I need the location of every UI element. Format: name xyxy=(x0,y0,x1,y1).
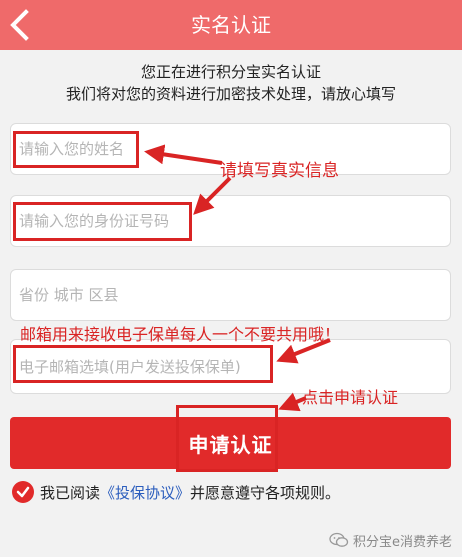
watermark: 积分宝e消费养老 xyxy=(329,530,452,550)
agreement-suffix: 并愿意遵守各项规则。 xyxy=(190,483,341,502)
id-number-input[interactable] xyxy=(19,196,439,246)
agree-checkbox[interactable] xyxy=(12,481,34,503)
annotation-click-apply: 点击申请认证 xyxy=(302,388,399,407)
apply-verification-button[interactable]: 申请认证 xyxy=(10,417,451,469)
intro-line-1: 您正在进行积分宝实名认证 xyxy=(140,63,321,81)
insurance-agreement-link[interactable]: 《投保协议》 xyxy=(100,482,190,503)
id-number-field[interactable] xyxy=(10,195,451,247)
agreement-prefix: 我已阅读 xyxy=(40,483,101,502)
agreement-row: 我已阅读 《投保协议》 并愿意遵守各项规则。 xyxy=(12,479,340,505)
intro-line-2: 我们将对您的资料进行加密技术处理，请放心填写 xyxy=(65,85,396,103)
app-header: 实名认证 xyxy=(0,0,462,50)
annotation-email-note: 邮箱用来接收电子保单每人一个不要共用哦！ xyxy=(20,325,341,344)
region-selector[interactable] xyxy=(19,270,439,320)
page-title: 实名认证 xyxy=(191,13,271,37)
watermark-text: 积分宝e消费养老 xyxy=(353,534,452,550)
region-field[interactable] xyxy=(10,269,451,321)
annotation-fill-true-info: 请填写真实信息 xyxy=(220,161,339,181)
wechat-icon xyxy=(329,532,349,547)
checkmark-icon xyxy=(16,486,30,498)
